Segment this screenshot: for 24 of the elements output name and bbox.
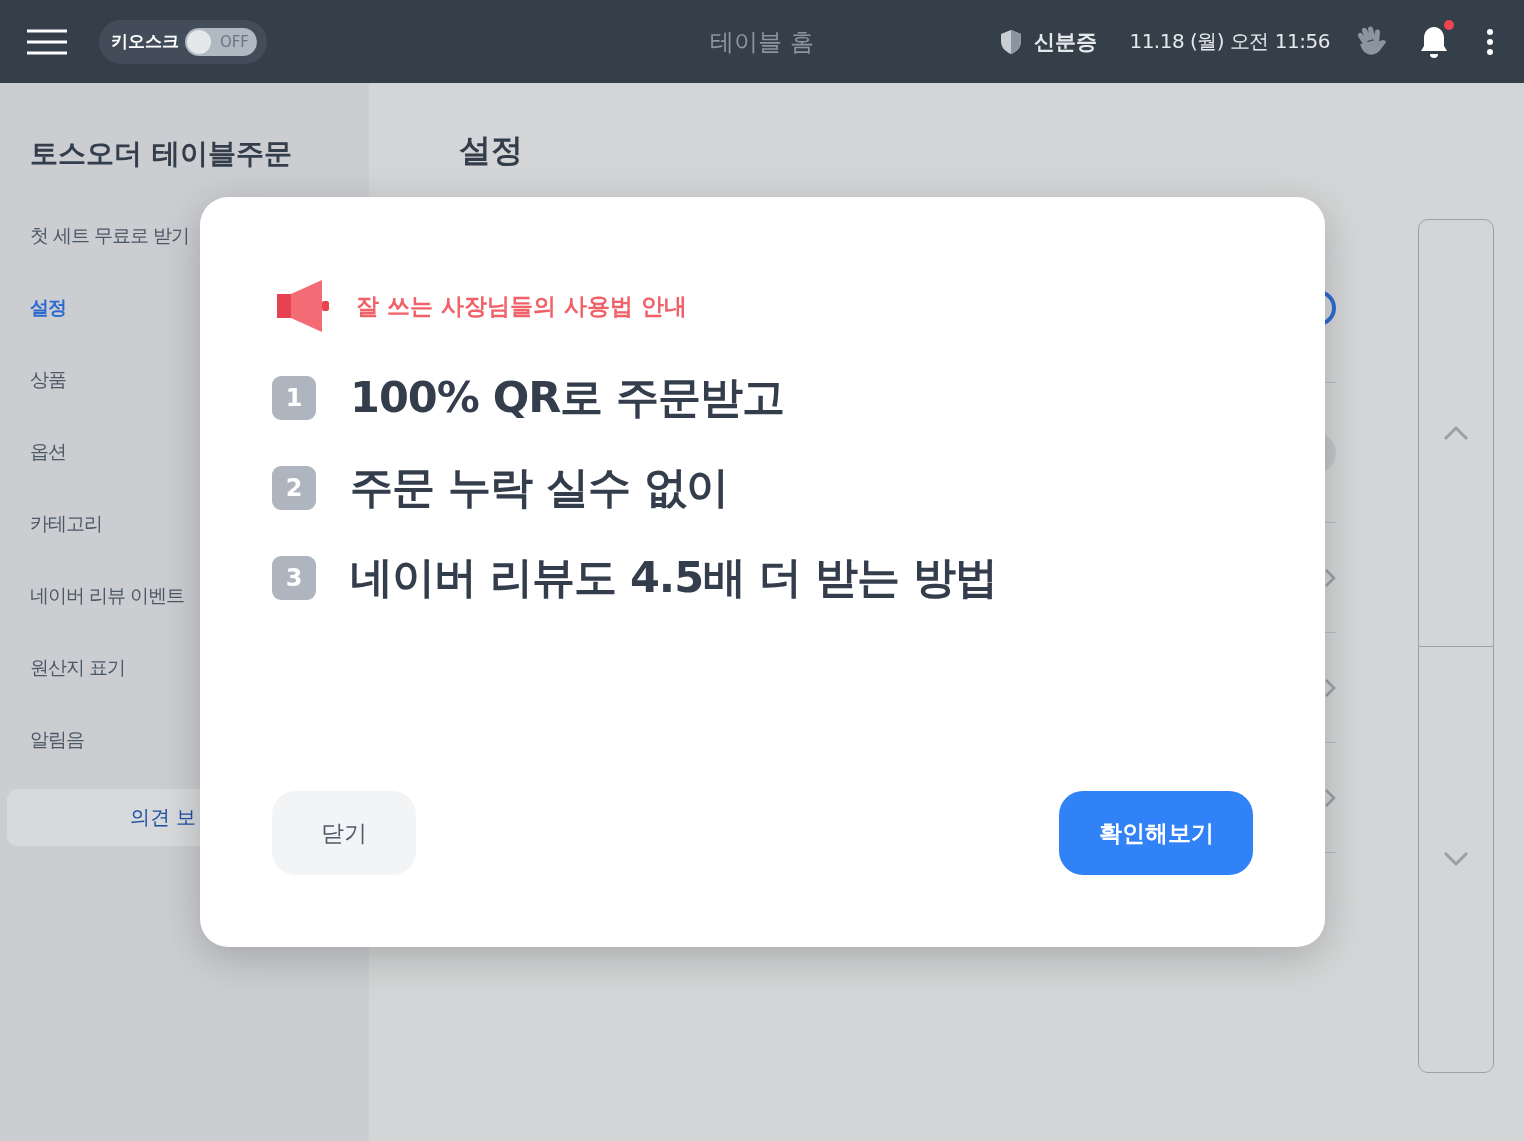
step-number: 3 <box>272 556 316 600</box>
chevron-right-icon[interactable] <box>1324 677 1336 698</box>
step-text: 주문 누락 실수 없이 <box>350 461 728 514</box>
step-number: 1 <box>272 376 316 420</box>
step-text: 100% QR로 주문받고 <box>350 371 785 424</box>
step-text: 네이버 리뷰도 4.5배 더 받는 방법 <box>350 551 998 604</box>
more-icon[interactable] <box>1486 27 1494 56</box>
id-check-button[interactable]: 신분증 <box>1034 27 1098 56</box>
megaphone-icon <box>276 279 332 333</box>
chevron-up-icon <box>1443 424 1469 441</box>
dialog-heading: 잘 쓰는 사장님들의 사용법 안내 <box>356 291 688 321</box>
chevron-right-icon[interactable] <box>1324 567 1336 588</box>
chevron-right-icon[interactable] <box>1324 787 1336 808</box>
menu-icon[interactable] <box>27 28 67 55</box>
close-button[interactable]: 닫기 <box>272 791 416 875</box>
screen-title: 테이블 홈 <box>710 27 814 58</box>
confirm-button[interactable]: 확인해보기 <box>1059 791 1253 875</box>
sidebar-title: 토스오더 테이블주문 <box>29 136 293 172</box>
step-number: 2 <box>272 466 316 510</box>
page-title: 설정 <box>459 130 524 171</box>
kiosk-toggle[interactable]: 키오스크 OFF <box>99 19 267 64</box>
date-time: 11.18 (월) 오전 11:56 <box>1129 28 1330 55</box>
shield-icon <box>1000 28 1023 55</box>
chevron-down-icon <box>1443 851 1469 868</box>
